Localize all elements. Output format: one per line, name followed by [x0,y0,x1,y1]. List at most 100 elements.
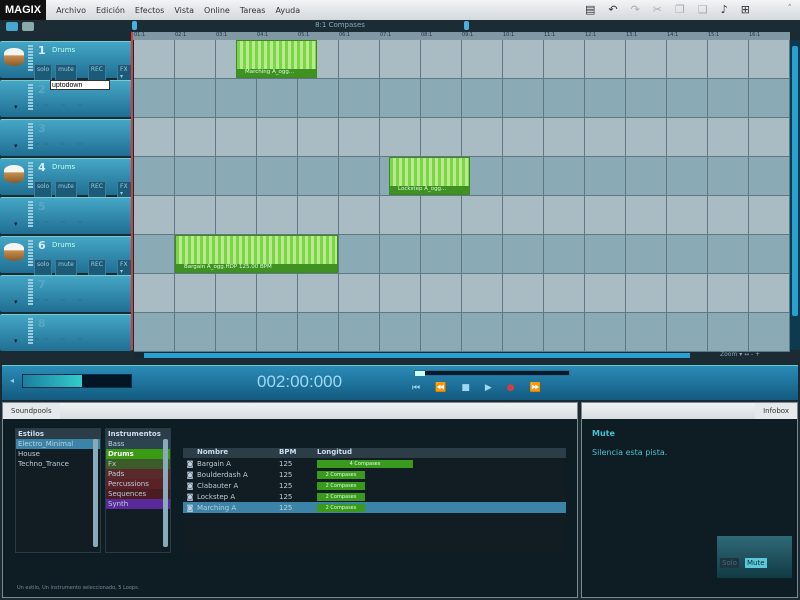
instrument-item[interactable]: Bass [106,439,170,449]
dropdown-arrow-icon[interactable]: ▾ [14,103,18,111]
mixer-view-icon[interactable] [22,22,34,31]
loop-row[interactable]: ◙ Marching A 125 2 Compases [183,502,566,513]
instrument-item[interactable]: Synth [106,499,170,509]
menu-archivo[interactable]: Archivo [56,6,86,15]
paste-icon[interactable]: ❏ [698,3,708,16]
menu-vista[interactable]: Vista [174,6,194,15]
mute-button[interactable] [43,103,49,107]
menu-tareas[interactable]: Tareas [240,6,266,15]
zoom-controls[interactable]: Zoom ▾ ↔ - + [720,351,760,358]
timeline-ruler[interactable]: 01:1 02:1 03:1 04:1 05:1 06:1 07:1 08:1 09:1 10:1… [132,32,790,40]
col-nombre[interactable]: Nombre [197,448,279,458]
instrument-item[interactable]: Sequences [106,489,170,499]
mute-button[interactable] [43,220,49,224]
rec-button[interactable] [60,337,66,341]
horizontal-scrollbar[interactable] [134,352,690,359]
fx-button[interactable] [77,337,83,341]
menu-online[interactable]: Online [204,6,230,15]
style-item[interactable]: Electro_Minimal [16,439,100,449]
styles-scrollbar[interactable] [93,439,98,547]
track-header-8[interactable]: ▾ 8 [0,314,132,351]
solo-button[interactable] [34,220,40,224]
track-header-5[interactable]: ▾ 5 [0,197,132,234]
mute-button[interactable] [43,337,49,341]
clip-lockstep[interactable]: Lockstep A_ogg... [389,157,470,195]
solo-button[interactable] [34,103,40,107]
fast-forward-icon[interactable]: ⏩ [530,383,541,393]
clip-bargain[interactable]: Bargain A_ogg.HDP 125.00 BPM [175,235,338,273]
save-icon[interactable]: ▤ [585,3,595,16]
loop-start-handle[interactable] [132,21,137,30]
track-lane[interactable] [134,118,790,157]
redo-icon[interactable]: ↷ [631,3,640,16]
vertical-scrollbar[interactable] [790,40,800,350]
dropdown-arrow-icon[interactable]: ▾ [14,142,18,150]
instrument-item[interactable]: Fx [106,459,170,469]
track-header-4[interactable]: 4 Drums solo mute REC FX ▾ [0,158,132,199]
solo-button[interactable] [34,142,40,146]
col-longitud[interactable]: Longitud [317,448,566,458]
undo-icon[interactable]: ↶ [608,3,617,16]
track-lane[interactable] [134,313,790,352]
mute-button[interactable] [43,298,49,302]
rec-button[interactable] [60,220,66,224]
loop-row[interactable]: ◙ Clabauter A 125 2 Compases [183,480,566,491]
instrument-item[interactable]: Pads [106,469,170,479]
style-item[interactable]: Techno_Trance [16,459,100,469]
playhead[interactable] [131,32,133,350]
track-lane[interactable] [134,79,790,118]
play-icon[interactable]: ▶ [485,383,492,393]
record-icon[interactable]: ● [507,383,515,393]
stop-icon[interactable]: ■ [461,383,470,393]
track-name[interactable]: Drums [52,46,75,54]
track-name[interactable]: Drums [52,163,75,171]
master-volume-slider[interactable] [22,374,132,388]
metronome-icon[interactable]: ♪ [721,3,728,16]
menu-ayuda[interactable]: Ayuda [275,6,300,15]
menu-efectos[interactable]: Efectos [135,6,164,15]
fx-button[interactable] [77,142,83,146]
tab-soundpools[interactable]: Soundpools [3,403,60,419]
track-name-input[interactable] [50,80,110,90]
track-header-1[interactable]: 1 Drums solo mute REC FX ▾ [0,41,132,82]
tab-infobox[interactable]: Infobox [755,403,797,419]
instrument-item[interactable]: Drums [106,449,170,459]
loop-row[interactable]: ◙ Bargain A 125 4 Compases [183,458,566,469]
go-to-start-icon[interactable]: ⏮ [412,383,420,393]
rec-button[interactable] [60,103,66,107]
instrument-item[interactable]: Percussions [106,479,170,489]
track-lane[interactable] [134,40,790,79]
solo-button[interactable] [34,337,40,341]
track-header-3[interactable]: ▾ 3 [0,119,132,156]
rewind-icon[interactable]: ⏪ [435,383,446,393]
track-lane[interactable] [134,274,790,313]
dropdown-arrow-icon[interactable]: ▾ [14,337,18,345]
menu-edicion[interactable]: Edición [96,6,125,15]
mixer-icon[interactable]: ⊞ [741,3,750,16]
loop-row[interactable]: ◙ Lockstep A 125 2 Compases [183,491,566,502]
track-lane[interactable] [134,196,790,235]
track-header-7[interactable]: ▾ 7 [0,275,132,312]
clip-marching[interactable]: Marching A_ogg... [236,40,317,78]
fx-button[interactable] [77,103,83,107]
col-bpm[interactable]: BPM [279,448,317,458]
track-header-6[interactable]: 6 Drums solo mute REC FX ▾ [0,236,132,277]
track-view-icon[interactable] [6,22,18,31]
dropdown-arrow-icon[interactable]: ▾ [14,298,18,306]
rec-button[interactable] [60,298,66,302]
fx-button[interactable] [77,220,83,224]
track-name[interactable]: Drums [52,241,75,249]
fx-button[interactable] [77,298,83,302]
loop-row[interactable]: ◙ Boulderdash A 125 2 Compases [183,469,566,480]
solo-button[interactable] [34,298,40,302]
style-item[interactable]: House [16,449,100,459]
position-slider[interactable] [414,370,570,376]
collapse-icon[interactable]: ˄ [788,4,793,14]
cut-icon[interactable]: ✂ [653,3,662,16]
loop-end-handle[interactable] [464,21,469,30]
rec-button[interactable] [60,142,66,146]
mute-button[interactable] [43,142,49,146]
instruments-scrollbar[interactable] [163,439,168,547]
copy-icon[interactable]: ❐ [675,3,685,16]
dropdown-arrow-icon[interactable]: ▾ [14,220,18,228]
